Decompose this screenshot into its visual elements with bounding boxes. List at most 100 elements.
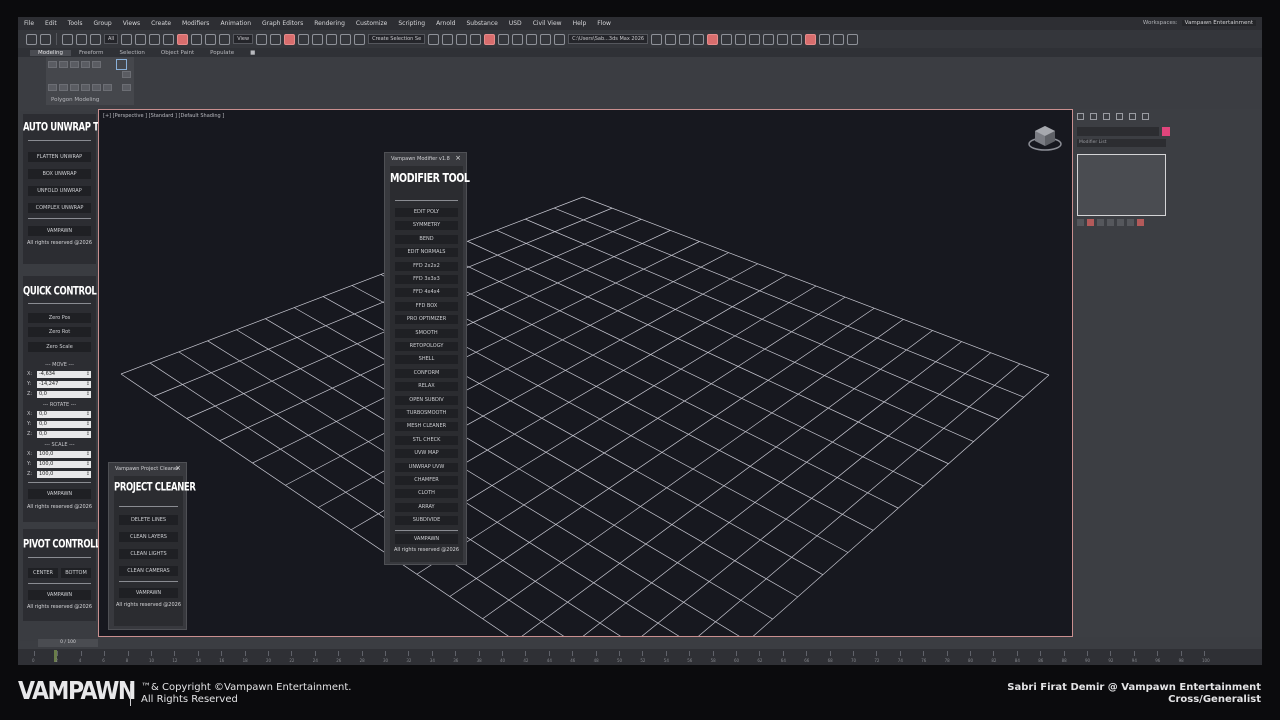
modifier-button-turbosmooth[interactable]: TURBOSMOOTH	[395, 409, 458, 418]
viewcube-icon[interactable]	[1028, 124, 1062, 152]
modifier-button-symmetry[interactable]: SYMMETRY	[395, 221, 458, 231]
delete-lines-button[interactable]: DELETE LINES	[119, 515, 178, 525]
scale-y-spinner[interactable]: 100,0	[37, 461, 91, 468]
substance-icon[interactable]	[763, 33, 775, 45]
close-icon[interactable]: ×	[455, 154, 461, 162]
utilities-tab-icon[interactable]	[1142, 113, 1149, 120]
bind-space-warp-icon[interactable]	[90, 33, 101, 45]
modifier-button-retopology[interactable]: RETOPOLOGY	[395, 342, 458, 351]
menu-item-create[interactable]: Create	[151, 20, 171, 27]
vampawn-button[interactable]: VAMPAWN	[28, 489, 91, 499]
vampawn-button[interactable]: VAMPAWN	[28, 226, 91, 236]
help-icon[interactable]	[847, 33, 859, 45]
complex-unwrap-button[interactable]: COMPLEX UNWRAP	[28, 203, 91, 213]
ribbon-tool-icon[interactable]	[122, 71, 131, 78]
menu-item-graph-editors[interactable]: Graph Editors	[262, 20, 303, 27]
perspective-viewport[interactable]: [+] [Perspective ] [Standard ] [Default …	[98, 109, 1073, 637]
menu-item-usd[interactable]: USD	[509, 20, 522, 27]
customize-icon[interactable]	[833, 33, 845, 45]
arnold-ipr-icon[interactable]	[735, 33, 747, 45]
ribbon-tool-icon[interactable]	[70, 61, 79, 68]
select-scale-icon[interactable]	[205, 33, 217, 45]
menu-item-customize[interactable]: Customize	[356, 20, 388, 27]
modifier-button-edit-normals[interactable]: EDIT NORMALS	[395, 248, 458, 258]
menu-item-rendering[interactable]: Rendering	[314, 20, 345, 27]
scripting-icon[interactable]	[819, 33, 831, 45]
align-icon[interactable]	[442, 33, 454, 45]
object-name-field[interactable]	[1077, 127, 1159, 136]
menu-item-views[interactable]: Views	[123, 20, 140, 27]
schematic-view-icon[interactable]	[512, 33, 524, 45]
toggle-ribbon-icon[interactable]	[484, 33, 496, 45]
modifier-button-pro-optimizer[interactable]: PRO OPTIMIZER	[395, 315, 458, 325]
layer-explorer-icon[interactable]	[456, 33, 468, 45]
ribbon-tool-icon[interactable]	[122, 84, 131, 91]
arnold-light-icon[interactable]	[749, 33, 761, 45]
pivot-center-icon[interactable]	[256, 33, 268, 45]
close-icon[interactable]: ×	[175, 464, 181, 472]
ribbon-graphite-icon[interactable]	[116, 59, 127, 70]
material-editor-icon[interactable]	[526, 33, 538, 45]
create-tab-icon[interactable]	[1077, 113, 1084, 120]
menu-item-arnold[interactable]: Arnold	[436, 20, 455, 27]
ribbon-panel-label[interactable]: Polygon Modeling	[51, 97, 99, 103]
civil-view-icon[interactable]	[791, 33, 803, 45]
select-by-name-icon[interactable]	[135, 33, 147, 45]
named-selection-set-dropdown[interactable]: Create Selection Se	[368, 34, 426, 44]
spinner-snap-icon[interactable]	[340, 33, 352, 45]
box-unwrap-button[interactable]: BOX UNWRAP	[28, 169, 91, 179]
ribbon-tool-icon[interactable]	[92, 84, 101, 91]
ribbon-tab-object-paint[interactable]: Object Paint	[153, 50, 202, 56]
zero-rot-button[interactable]: Zero Rot	[28, 327, 91, 337]
ribbon-tab-selection[interactable]: Selection	[112, 50, 153, 56]
menu-item-scripting[interactable]: Scripting	[398, 20, 425, 27]
ribbon-tool-icon[interactable]	[48, 61, 57, 68]
project-folder-icon[interactable]	[651, 33, 663, 45]
flow-icon[interactable]	[805, 33, 817, 45]
modifier-button-open-subdiv[interactable]: OPEN SUBDIV	[395, 395, 458, 405]
menu-item-file[interactable]: File	[24, 20, 34, 27]
hierarchy-tab-icon[interactable]	[1103, 113, 1110, 120]
modifier-button-ffd-3x3x3[interactable]: FFD 3x3x3	[395, 275, 458, 284]
modifier-button-bend[interactable]: BEND	[395, 234, 458, 244]
import-icon[interactable]	[693, 33, 705, 45]
save-file-icon[interactable]	[679, 33, 691, 45]
modifier-button-ffd-2x2x2[interactable]: FFD 2x2x2	[395, 261, 458, 271]
modifier-button-smooth[interactable]: SMOOTH	[395, 328, 458, 338]
project-path-dropdown[interactable]: C:\Users\Sab...3ds Max 2026	[568, 34, 649, 44]
modify-tab-icon[interactable]	[1090, 113, 1097, 120]
ribbon-tab-modeling[interactable]: Modeling	[30, 49, 72, 56]
ribbon-tool-icon[interactable]	[81, 84, 90, 91]
unfold-unwrap-button[interactable]: UNFOLD UNWRAP	[28, 186, 91, 196]
zero-scale-button[interactable]: Zero Scale	[28, 342, 91, 352]
usd-icon[interactable]	[777, 33, 789, 45]
placement-icon[interactable]	[219, 33, 231, 45]
vampawn-button[interactable]: VAMPAWN	[28, 590, 91, 600]
modifier-button-mesh-cleaner[interactable]: MESH CLEANER	[395, 422, 458, 432]
select-rotate-icon[interactable]	[191, 33, 203, 45]
edit-named-selection-icon[interactable]	[354, 33, 366, 45]
scale-z-spinner[interactable]: 100,0	[37, 471, 91, 478]
clean-layers-button[interactable]: CLEAN LAYERS	[119, 532, 178, 542]
time-slider[interactable]: 0 / 100	[38, 639, 98, 647]
render-production-icon[interactable]	[707, 33, 719, 45]
menu-item-group[interactable]: Group	[93, 20, 111, 27]
move-icon[interactable]	[270, 33, 282, 45]
modifier-button-cloth[interactable]: CLOTH	[395, 489, 458, 499]
unlink-icon[interactable]	[76, 33, 87, 45]
menu-item-flow[interactable]: Flow	[597, 20, 611, 27]
motion-tab-icon[interactable]	[1116, 113, 1123, 120]
rotate-y-spinner[interactable]: 0,0	[37, 421, 91, 428]
move-y-spinner[interactable]: -14,247	[37, 381, 91, 388]
angle-snap-icon[interactable]	[312, 33, 324, 45]
mirror-icon[interactable]	[428, 33, 440, 45]
modifier-button-ffd-4x4x4[interactable]: FFD 4x4x4	[395, 288, 458, 298]
config-icon[interactable]	[1137, 219, 1144, 226]
make-unique-icon[interactable]	[1097, 219, 1104, 226]
modifier-button-uvw-map[interactable]: UVW MAP	[395, 449, 458, 459]
ribbon-tool-icon[interactable]	[103, 84, 112, 91]
region-select-icon[interactable]	[149, 33, 161, 45]
select-object-icon[interactable]	[121, 33, 133, 45]
move-x-spinner[interactable]: -4,634	[37, 371, 91, 378]
ribbon-tool-icon[interactable]	[59, 84, 68, 91]
